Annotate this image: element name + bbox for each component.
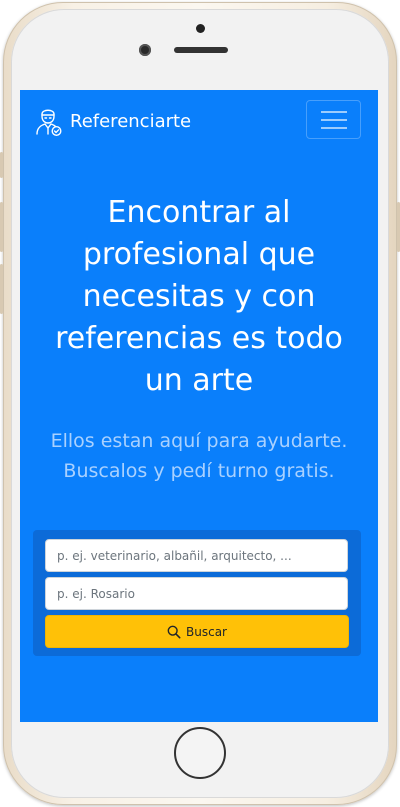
search-icon (167, 625, 181, 638)
search-button[interactable]: Buscar (45, 615, 349, 648)
front-camera (139, 44, 151, 56)
proximity-sensor (196, 24, 205, 33)
search-form: Buscar (33, 530, 361, 656)
earpiece-speaker (174, 47, 228, 53)
navbar-toggler-button[interactable] (306, 100, 361, 139)
volume-up-button (0, 202, 3, 252)
screen: Referenciarte Encontrar al profesional q… (20, 90, 378, 722)
profession-search-input[interactable] (45, 539, 348, 572)
hamburger-menu-icon-line-3 (320, 126, 347, 129)
hero-subtitle: Ellos estan aquí para ayudarte. Buscalos… (50, 430, 348, 482)
home-button[interactable] (174, 727, 226, 779)
search-button-label: Buscar (186, 624, 227, 639)
volume-down-button (0, 264, 3, 314)
hamburger-menu-icon (320, 110, 347, 113)
brand-link[interactable]: Referenciarte (34, 106, 191, 136)
navbar: Referenciarte (20, 90, 378, 148)
location-input[interactable] (45, 577, 348, 610)
mute-switch (0, 152, 3, 178)
hero-title: Encontrar al profesional que necesitas y… (55, 195, 343, 398)
brand-name: Referenciarte (70, 110, 192, 132)
hamburger-menu-icon-line-2 (320, 118, 347, 121)
doctor-user-icon (36, 109, 62, 136)
